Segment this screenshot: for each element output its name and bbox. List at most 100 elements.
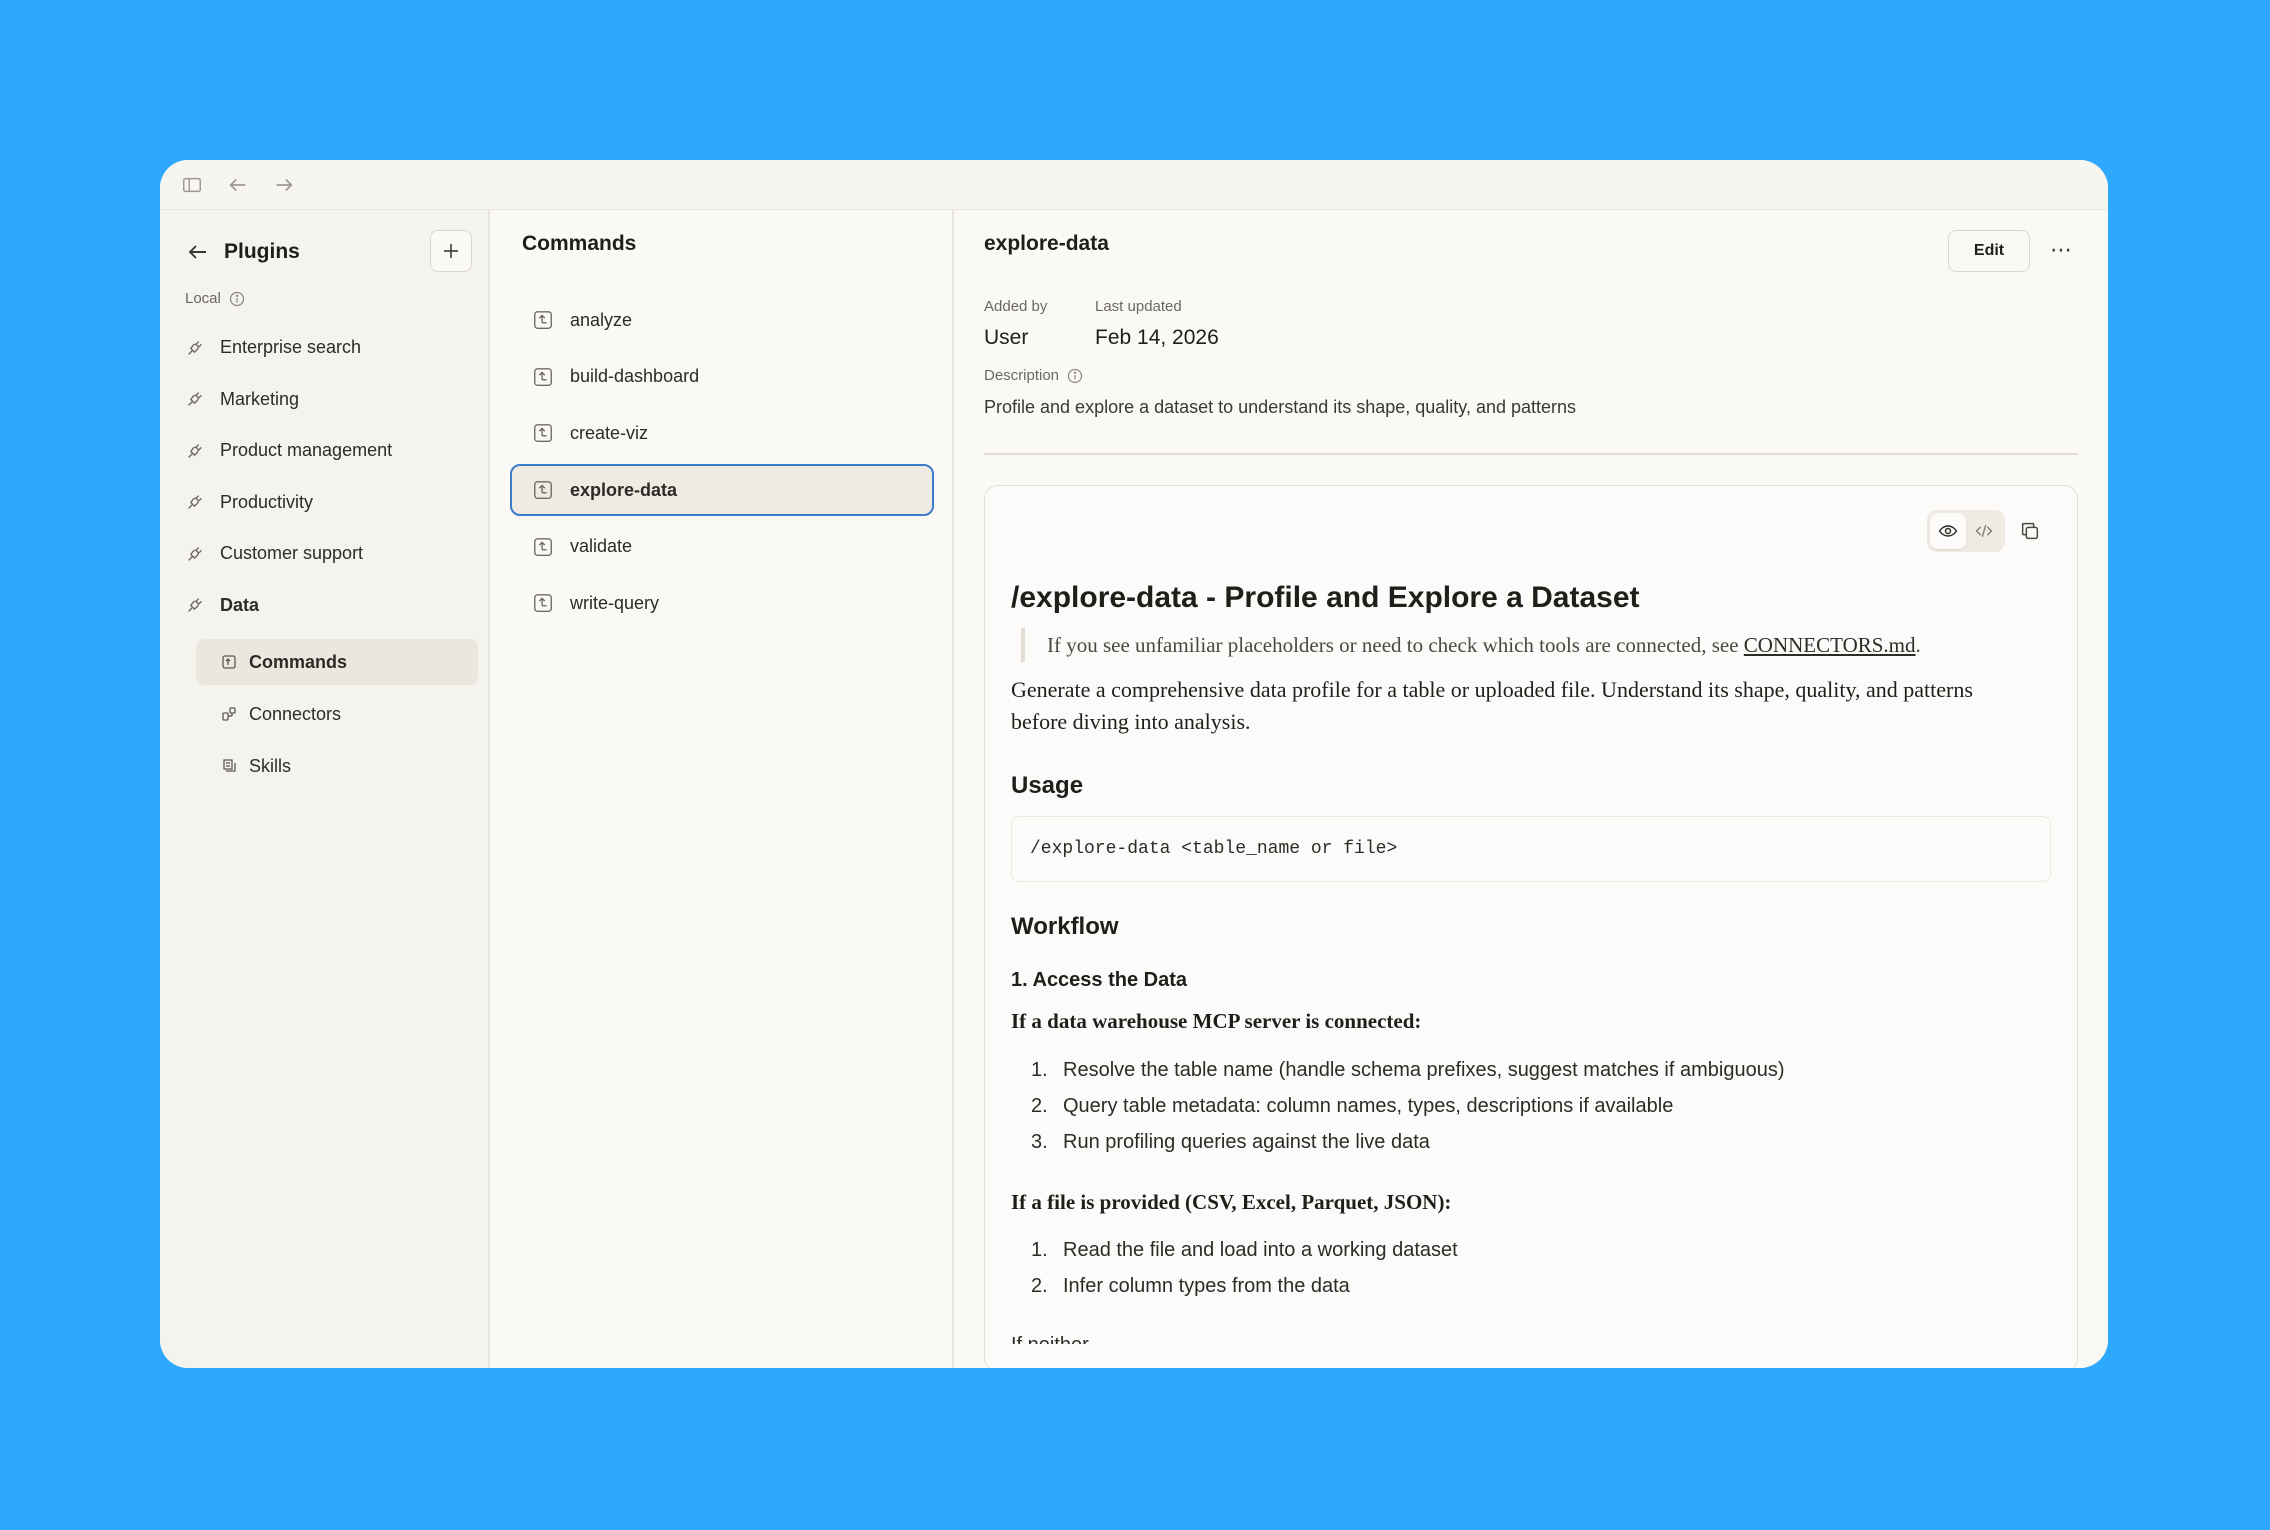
list-item: 1. Read the file and load into a working … — [1031, 1232, 1458, 1268]
plug-icon — [188, 598, 202, 613]
code-icon — [1975, 524, 1993, 538]
command-detail-panel: explore-data Edit ⋯ Added by User Last u… — [954, 210, 2108, 1368]
subitem-label: Skills — [249, 755, 292, 776]
plug-icon — [188, 443, 202, 458]
command-label: analyze — [570, 309, 633, 330]
plug-icon — [188, 546, 202, 561]
commands-panel: Commands analyze build-dashboard create-… — [490, 210, 954, 1368]
plug-icon — [188, 392, 202, 407]
doc-heading: /explore-data - Profile and Explore a Da… — [1011, 581, 1640, 614]
info-icon[interactable] — [1067, 368, 1083, 384]
list-number: 1. — [1031, 1059, 1048, 1081]
section-label-text: Local — [185, 290, 221, 307]
warehouse-steps-list: 1. Resolve the table name (handle schema … — [1031, 1052, 1785, 1160]
command-icon — [222, 655, 236, 669]
doc-intro-paragraph: Generate a comprehensive data profile fo… — [1011, 677, 1973, 734]
app-window: Plugins Local Enterprise search Marketin… — [160, 160, 2108, 1368]
sidebar-item-label: Enterprise search — [220, 337, 362, 358]
sidebar-title: Plugins — [224, 240, 300, 263]
list-item: 2. Infer column types from the data — [1031, 1268, 1458, 1304]
sidebar-item-label: Data — [220, 594, 260, 615]
sidebar-item-label: Productivity — [220, 491, 314, 512]
step-heading: 1. Access the Data — [1011, 969, 1188, 991]
plus-icon — [444, 244, 458, 258]
list-item: 2. Query table metadata: column names, ty… — [1031, 1088, 1785, 1124]
sidebar-subitem-skills[interactable]: Skills — [196, 743, 478, 789]
description-value: Profile and explore a dataset to underst… — [984, 397, 1577, 417]
command-item-build-dashboard[interactable]: build-dashboard — [510, 351, 934, 403]
list-text: Query table metadata: column names, type… — [1063, 1095, 1674, 1117]
command-item-create-viz[interactable]: create-viz — [510, 407, 934, 459]
back-arrow-icon[interactable] — [186, 240, 210, 264]
description-label-text: Description — [984, 367, 1060, 384]
title-bar — [160, 160, 2108, 210]
code-mode-button[interactable] — [1966, 513, 2002, 549]
command-icon — [534, 594, 552, 613]
truncated-line: If neither — [1011, 1334, 1089, 1344]
list-number: 3. — [1031, 1131, 1048, 1153]
list-number: 2. — [1031, 1275, 1048, 1297]
list-item: 3. Run profiling queries against the live… — [1031, 1124, 1785, 1160]
sidebar-item-label: Product management — [220, 440, 393, 461]
forward-arrow-icon[interactable] — [272, 173, 296, 197]
info-icon[interactable] — [229, 291, 245, 307]
command-icon — [534, 311, 552, 329]
preview-mode-button[interactable] — [1930, 513, 1966, 549]
command-item-write-query[interactable]: write-query — [510, 577, 934, 629]
sidebar-item-label: Customer support — [220, 543, 364, 564]
command-icon — [534, 481, 552, 499]
list-text: Run profiling queries against the live d… — [1063, 1131, 1430, 1153]
detail-title: explore-data — [984, 232, 1109, 255]
sidebar-item-product-management[interactable]: Product management — [184, 425, 484, 477]
command-label: explore-data — [570, 479, 678, 500]
divider — [984, 453, 2078, 455]
plug-icon — [188, 495, 202, 510]
command-list: analyze build-dashboard create-viz explo… — [510, 294, 934, 634]
description-label: Description — [984, 367, 1083, 384]
back-arrow-icon[interactable] — [226, 173, 250, 197]
file-steps-list: 1. Read the file and load into a working … — [1031, 1232, 1458, 1304]
added-by-label: Added by — [984, 298, 1048, 315]
usage-code-block: /explore-data <table_name or file> — [1011, 816, 2051, 882]
connectors-icon — [222, 707, 236, 721]
sidebar-subitem-connectors[interactable]: Connectors — [196, 691, 478, 737]
sidebar-item-data[interactable]: Data — [184, 580, 484, 632]
more-options-button[interactable]: ⋯ — [2048, 238, 2074, 264]
usage-heading: Usage — [1011, 772, 1084, 799]
list-number: 1. — [1031, 1239, 1048, 1261]
command-label: validate — [570, 536, 633, 557]
command-item-explore-data[interactable]: explore-data — [510, 464, 934, 517]
sidebar-item-marketing[interactable]: Marketing — [184, 374, 484, 426]
sidebar-header: Plugins — [186, 230, 472, 274]
command-item-validate[interactable]: validate — [510, 521, 934, 573]
connectors-link[interactable]: CONNECTORS.md — [1744, 633, 1916, 657]
list-number: 2. — [1031, 1095, 1048, 1117]
added-by-value: User — [984, 326, 1029, 349]
sidebar-item-productivity[interactable]: Productivity — [184, 477, 484, 529]
command-item-analyze[interactable]: analyze — [510, 294, 934, 346]
sidebar-item-enterprise-search[interactable]: Enterprise search — [184, 322, 484, 374]
file-heading: If a file is provided (CSV, Excel, Parqu… — [1011, 1190, 1452, 1214]
plugins-sidebar: Plugins Local Enterprise search Marketin… — [160, 210, 490, 1368]
last-updated-value: Feb 14, 2026 — [1095, 326, 1219, 349]
usage-code: /explore-data <table_name or file> — [1030, 839, 1398, 859]
section-label-local: Local — [185, 290, 245, 307]
list-item: 1. Resolve the table name (handle schema … — [1031, 1052, 1785, 1088]
sidebar-subitem-commands[interactable]: Commands — [196, 639, 478, 685]
doc-blockquote: If you see unfamiliar placeholders or ne… — [1021, 628, 1921, 662]
plugin-list: Enterprise search Marketing Product mana… — [184, 322, 484, 631]
command-icon — [534, 367, 552, 386]
markdown-preview: /explore-data - Profile and Explore a Da… — [984, 485, 2078, 1368]
skills-icon — [223, 759, 236, 772]
list-text: Read the file and load into a working da… — [1063, 1239, 1458, 1261]
sidebar-item-customer-support[interactable]: Customer support — [184, 528, 484, 580]
warehouse-heading: If a data warehouse MCP server is connec… — [1011, 1009, 1422, 1033]
command-label: create-viz — [570, 422, 649, 443]
sidebar-toggle-icon[interactable] — [180, 173, 204, 197]
quote-text: If you see unfamiliar placeholders or ne… — [1047, 633, 1744, 657]
subitem-label: Commands — [249, 651, 348, 672]
add-plugin-button[interactable] — [430, 230, 472, 272]
copy-icon[interactable] — [2019, 520, 2041, 542]
edit-button[interactable]: Edit — [1948, 230, 2030, 272]
sidebar-item-label: Marketing — [220, 388, 300, 409]
